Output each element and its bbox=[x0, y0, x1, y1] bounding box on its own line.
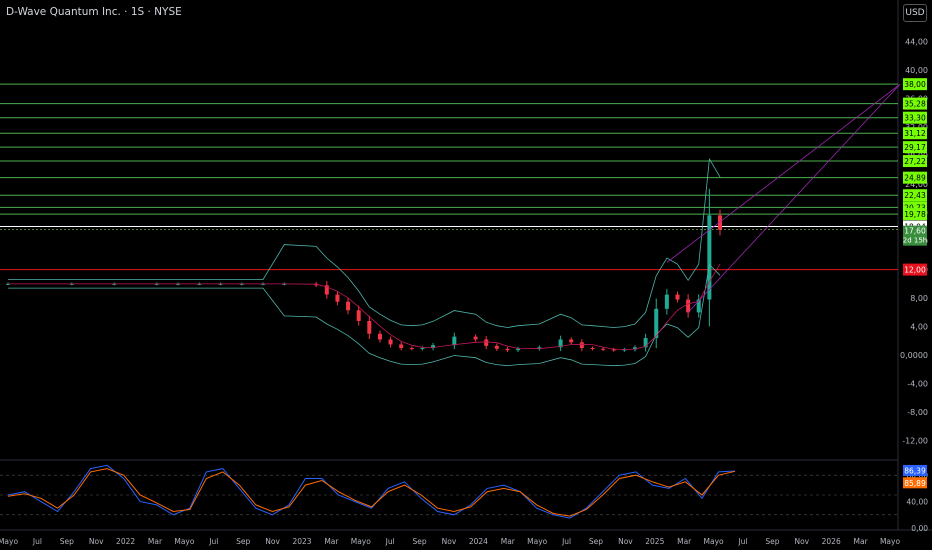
candle-body bbox=[346, 301, 351, 311]
chart-canvas[interactable]: 44,0040,0036,0032,0028,0024,0020,0016,00… bbox=[0, 0, 932, 550]
osc-y-tick: 0,00 bbox=[911, 524, 928, 533]
x-tick-label: 2023 bbox=[292, 537, 311, 546]
level-label: 31,12 bbox=[904, 129, 926, 138]
x-tick-label: Mar bbox=[148, 537, 163, 546]
candle-body bbox=[484, 339, 489, 346]
level-label: 38,00 bbox=[904, 80, 926, 89]
candle-body bbox=[611, 349, 616, 351]
x-tick-label: Nov bbox=[89, 537, 104, 546]
x-tick-label: Jul bbox=[561, 537, 571, 546]
x-tick-label: Sep bbox=[589, 537, 603, 546]
candle-body bbox=[409, 348, 414, 350]
candle-body bbox=[452, 336, 457, 346]
countdown-label: 2d 15h bbox=[903, 237, 927, 245]
x-tick-label: Sep bbox=[60, 537, 74, 546]
currency-button[interactable]: USD bbox=[903, 4, 927, 22]
x-tick-label: Mar bbox=[677, 537, 692, 546]
x-tick-label: Mar bbox=[324, 537, 339, 546]
x-tick-label: Mayo bbox=[351, 537, 372, 546]
x-tick-label: Nov bbox=[442, 537, 457, 546]
y-tick-label: 4,00 bbox=[910, 323, 928, 332]
candle-body bbox=[494, 345, 499, 349]
x-tick-label: 2025 bbox=[645, 537, 664, 546]
candle-body bbox=[579, 342, 584, 349]
candle-body bbox=[601, 348, 606, 350]
level-label: 22,43 bbox=[904, 191, 926, 200]
x-tick-label: 2024 bbox=[469, 537, 488, 546]
x-tick-label: 2022 bbox=[116, 537, 135, 546]
candle-body bbox=[388, 339, 393, 345]
x-tick-label: Mar bbox=[501, 537, 516, 546]
level-label: 33,30 bbox=[904, 114, 926, 123]
level-label: 24,89 bbox=[904, 174, 926, 183]
candle-body bbox=[569, 339, 574, 343]
candle-body bbox=[516, 348, 521, 351]
level-label: 35,28 bbox=[904, 100, 926, 109]
level-label: 29,17 bbox=[904, 143, 926, 152]
y-tick-label: 8,00 bbox=[910, 294, 928, 303]
candle-body bbox=[664, 294, 669, 309]
y-tick-label: -8,00 bbox=[907, 408, 928, 417]
osc-d-label: 85,89 bbox=[904, 479, 926, 488]
y-tick-label: 0,0000 bbox=[900, 351, 928, 360]
candle-body bbox=[675, 294, 680, 300]
candle-body bbox=[473, 336, 478, 340]
chart-title: D-Wave Quantum Inc. · 1S · NYSE bbox=[6, 6, 182, 18]
x-tick-label: Sep bbox=[413, 537, 427, 546]
x-tick-label: Mayo bbox=[880, 537, 901, 546]
y-tick-label: -4,00 bbox=[907, 380, 928, 389]
level-label: 27,22 bbox=[904, 157, 926, 166]
candle-body bbox=[377, 333, 382, 340]
y-tick-label: -12,00 bbox=[902, 437, 928, 446]
candle-body bbox=[707, 215, 712, 300]
x-tick-label: Nov bbox=[618, 537, 633, 546]
x-tick-label: Nov bbox=[794, 537, 809, 546]
x-tick-label: Mayo bbox=[527, 537, 548, 546]
candle-body bbox=[356, 310, 361, 321]
x-tick-label: Nov bbox=[265, 537, 280, 546]
candle-body bbox=[399, 344, 404, 349]
candle-body bbox=[335, 294, 340, 302]
x-tick-label: Jul bbox=[737, 537, 747, 546]
x-tick-label: Mayo bbox=[704, 537, 725, 546]
x-tick-label: Mayo bbox=[174, 537, 195, 546]
candle-body bbox=[367, 320, 372, 334]
candle-body bbox=[590, 348, 595, 350]
level-label: 19,78 bbox=[904, 210, 926, 219]
support-label: 12,00 bbox=[904, 266, 926, 275]
x-tick-label: Mayo bbox=[0, 537, 18, 546]
y-tick-label: 40,00 bbox=[905, 66, 928, 75]
current-price-label: 17,60 bbox=[904, 227, 926, 236]
x-tick-label: Jul bbox=[208, 537, 218, 546]
osc-k-label: 86,39 bbox=[904, 466, 926, 475]
osc-y-tick: 40,00 bbox=[907, 498, 929, 507]
x-tick-label: Jul bbox=[32, 537, 42, 546]
chart-background bbox=[0, 0, 932, 550]
x-tick-label: Sep bbox=[765, 537, 779, 546]
y-tick-label: 44,00 bbox=[905, 37, 928, 46]
x-tick-label: Jul bbox=[385, 537, 395, 546]
x-tick-label: Sep bbox=[236, 537, 250, 546]
candle-body bbox=[505, 348, 510, 351]
x-tick-label: 2026 bbox=[822, 537, 841, 546]
x-tick-label: Mar bbox=[854, 537, 869, 546]
candle-body bbox=[420, 348, 425, 350]
